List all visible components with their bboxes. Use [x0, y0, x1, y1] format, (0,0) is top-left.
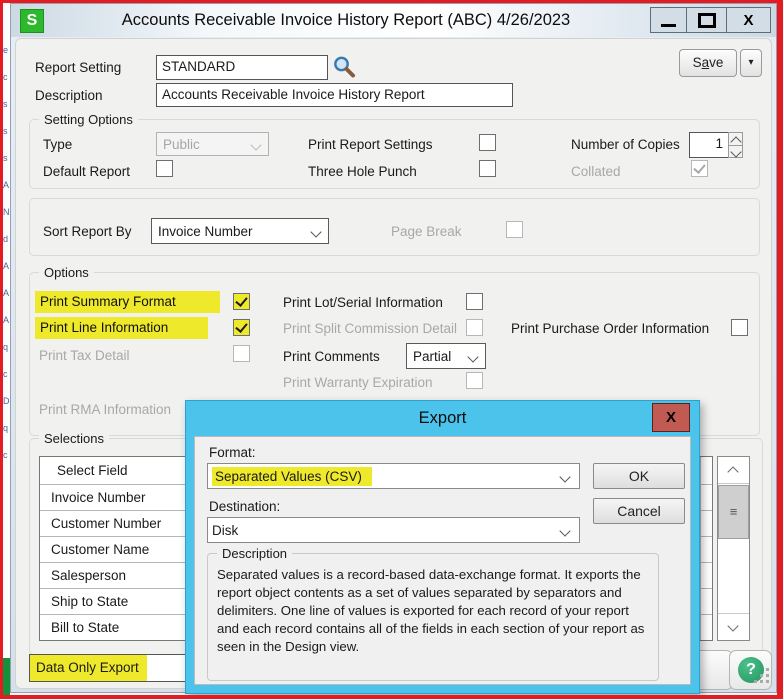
background-window-fragment: e c s s s A N d A A A q c D q c	[3, 3, 10, 658]
maximize-button[interactable]	[687, 7, 727, 33]
destination-select[interactable]: Disk	[207, 517, 580, 543]
export-dialog-title: Export	[186, 401, 699, 436]
close-icon: X	[743, 12, 753, 29]
print-tax-detail-label: Print Tax Detail	[39, 345, 130, 367]
save-button[interactable]: Save	[679, 49, 737, 77]
print-report-settings-label: Print Report Settings	[308, 134, 433, 156]
dropdown-arrow-icon: ▾	[748, 57, 753, 68]
page-break-checkbox	[506, 221, 523, 238]
sort-report-by-select[interactable]: Invoice Number	[151, 218, 329, 244]
save-dropdown-button[interactable]: ▾	[740, 49, 762, 77]
export-close-button[interactable]: X	[652, 403, 690, 432]
type-select: Public	[156, 132, 269, 156]
description-group: Description Separated values is a record…	[207, 553, 659, 681]
window-controls: X	[650, 7, 771, 33]
format-label: Format:	[209, 442, 256, 464]
table-column-divider	[700, 457, 701, 640]
collated-label: Collated	[571, 161, 621, 183]
report-setting-label: Report Setting	[35, 57, 121, 79]
data-only-export-label: Data Only Export	[30, 655, 147, 681]
spinner-up-icon[interactable]	[729, 133, 742, 145]
number-of-copies-input[interactable]: 1	[689, 132, 729, 158]
print-summary-format-checkbox[interactable]	[233, 293, 250, 310]
destination-label: Destination:	[209, 496, 280, 518]
print-lot-serial-label: Print Lot/Serial Information	[283, 292, 443, 314]
background-green-fragment	[3, 658, 10, 695]
screenshot-root: e c s s s A N d A A A q c D q c S Accoun…	[0, 0, 783, 699]
chevron-down-icon	[559, 471, 570, 482]
export-dialog: Export X Format: Separated Values (CSV) …	[185, 400, 700, 694]
options-legend: Options	[39, 264, 94, 282]
selections-scrollbar[interactable]: ≡	[717, 456, 750, 641]
chevron-down-icon	[250, 139, 261, 150]
title-bar: S Accounts Receivable Invoice History Re…	[11, 4, 776, 37]
type-label: Type	[43, 134, 72, 156]
print-split-commission-label: Print Split Commission Detail	[283, 318, 457, 340]
print-split-commission-checkbox	[466, 319, 483, 336]
sort-report-by-label: Sort Report By	[43, 221, 132, 243]
close-button[interactable]: X	[727, 7, 771, 33]
chevron-down-icon	[467, 351, 478, 362]
print-purchase-order-checkbox[interactable]	[731, 319, 748, 336]
spinner-down-icon[interactable]	[729, 145, 742, 158]
thumb-grip-icon: ≡	[730, 504, 738, 519]
number-of-copies-label: Number of Copies	[571, 134, 680, 156]
sage-app-icon: S	[20, 9, 44, 33]
default-report-checkbox[interactable]	[156, 160, 173, 177]
chevron-down-icon	[559, 525, 570, 536]
format-select[interactable]: Separated Values (CSV)	[207, 463, 580, 489]
description-legend: Description	[217, 545, 292, 563]
scrollbar-thumb[interactable]: ≡	[718, 485, 749, 539]
maximize-icon	[698, 13, 716, 28]
minimize-icon	[661, 24, 676, 27]
print-lot-serial-checkbox[interactable]	[466, 293, 483, 310]
print-report-settings-checkbox[interactable]	[479, 134, 496, 151]
print-line-information-checkbox[interactable]	[233, 319, 250, 336]
three-hole-punch-label: Three Hole Punch	[308, 161, 417, 183]
print-warranty-expiration-checkbox	[466, 372, 483, 389]
page-break-label: Page Break	[391, 221, 462, 243]
setting-options-legend: Setting Options	[39, 111, 138, 129]
print-summary-format-label: Print Summary Format	[35, 291, 220, 313]
background-text-fragment: e c s s s A N d A A A q c D q c	[3, 3, 10, 469]
format-value: Separated Values (CSV)	[212, 467, 372, 486]
print-rma-information-label: Print RMA Information	[39, 399, 171, 421]
three-hole-punch-checkbox[interactable]	[479, 160, 496, 177]
print-tax-detail-checkbox	[233, 345, 250, 362]
close-icon: X	[666, 409, 676, 426]
description-input[interactable]: Accounts Receivable Invoice History Repo…	[156, 83, 513, 107]
minimize-button[interactable]	[650, 7, 687, 33]
ok-button[interactable]: OK	[593, 463, 685, 489]
selections-legend: Selections	[39, 430, 109, 448]
copies-spinner[interactable]	[728, 132, 743, 158]
print-warranty-expiration-label: Print Warranty Expiration	[283, 372, 433, 394]
report-setting-input[interactable]: STANDARD	[156, 55, 328, 80]
print-purchase-order-label: Print Purchase Order Information	[511, 318, 709, 340]
export-dialog-body: Format: Separated Values (CSV) OK Destin…	[194, 436, 691, 685]
window-title: Accounts Receivable Invoice History Repo…	[51, 4, 641, 37]
scroll-up-icon[interactable]	[718, 457, 749, 484]
collated-checkbox	[691, 160, 708, 177]
resize-grip[interactable]	[754, 668, 770, 684]
destination-value: Disk	[212, 523, 238, 538]
print-line-information-label: Print Line Information	[35, 317, 208, 339]
lookup-magnifier-icon[interactable]	[331, 54, 357, 80]
default-report-label: Default Report	[43, 161, 130, 183]
chevron-down-icon	[310, 226, 321, 237]
description-label: Description	[35, 85, 103, 107]
scroll-down-icon[interactable]	[718, 613, 749, 640]
format-description-text: Separated values is a record-based data-…	[217, 566, 649, 656]
data-only-export-field[interactable]: Data Only Export	[29, 654, 199, 682]
print-comments-select[interactable]: Partial	[406, 343, 486, 369]
print-comments-label: Print Comments	[283, 346, 380, 368]
cancel-button[interactable]: Cancel	[593, 498, 685, 524]
